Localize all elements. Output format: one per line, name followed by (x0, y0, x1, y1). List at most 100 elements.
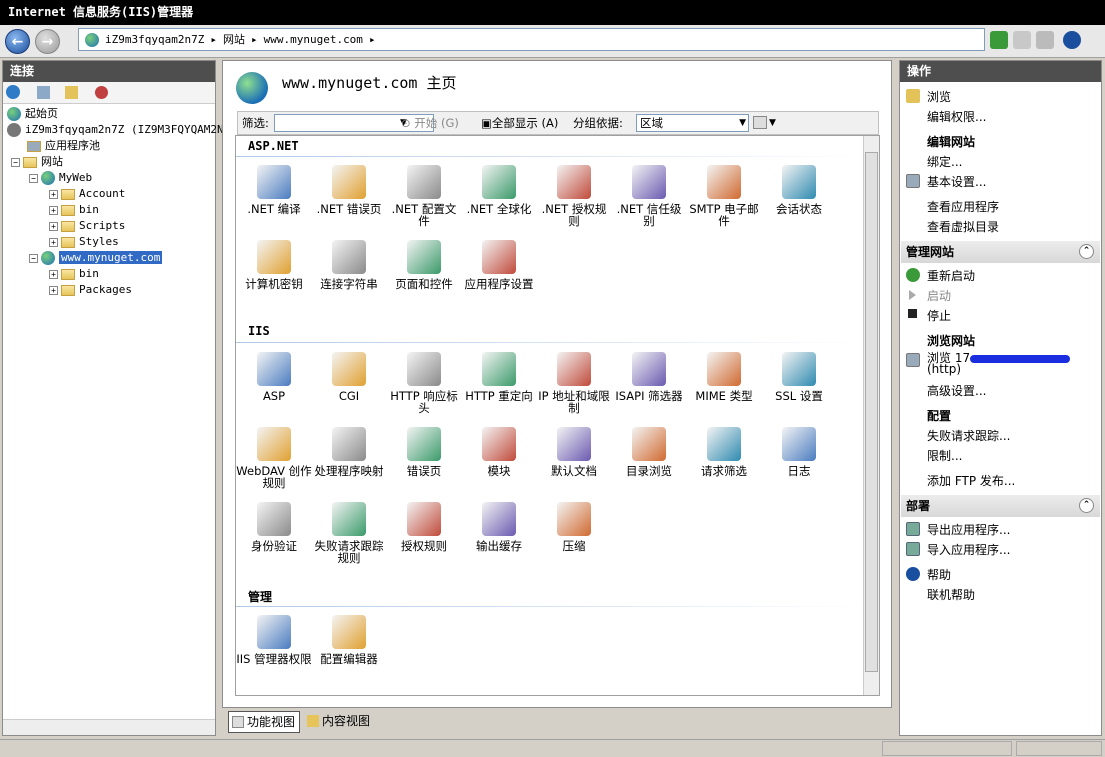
feature-item[interactable]: 授权规则 (386, 502, 462, 552)
feature-item[interactable]: IP 地址和域限制 (536, 352, 612, 414)
feature-item[interactable]: 应用程序设置 (461, 240, 537, 290)
tree-app-pools[interactable]: 应用程序池 (27, 138, 100, 154)
feature-icon (257, 615, 291, 649)
action-export-app[interactable]: 导出应用程序... (927, 521, 1010, 538)
feature-item[interactable]: 模块 (461, 427, 537, 477)
feature-item[interactable]: 日志 (761, 427, 837, 477)
action-import-app[interactable]: 导入应用程序... (927, 541, 1010, 558)
stop-icon[interactable] (1013, 31, 1031, 49)
disconnect-icon[interactable] (95, 86, 108, 99)
feature-item[interactable]: 请求筛选 (686, 427, 762, 477)
manage-site-section[interactable]: 管理网站 ⌃ (901, 241, 1100, 263)
feature-item[interactable]: .NET 授权规则 (536, 165, 612, 227)
feature-label: 错误页 (406, 464, 442, 478)
view-mode-arrow[interactable]: ▼ (769, 112, 776, 134)
tree-site-myweb[interactable]: − MyWeb (29, 170, 92, 186)
deploy-section[interactable]: 部署 ⌃ (901, 495, 1100, 517)
action-view-vdirs[interactable]: 查看虚拟目录 (927, 218, 999, 235)
vertical-scrollbar[interactable] (863, 136, 879, 695)
tree-site-mynuget[interactable]: − www.mynuget.com (29, 250, 163, 266)
feature-item[interactable]: 会话状态 (761, 165, 837, 215)
horizontal-scrollbar[interactable] (3, 719, 215, 735)
feature-item[interactable]: .NET 错误页 (311, 165, 387, 215)
tree-folder-account[interactable]: + Account (49, 186, 125, 202)
action-stop[interactable]: 停止 (927, 307, 951, 324)
collapse-icon[interactable]: ⌃ (1079, 498, 1094, 513)
config-heading: 配置 (927, 409, 952, 423)
feature-item[interactable]: HTTP 响应标头 (386, 352, 462, 414)
feature-item[interactable]: .NET 配置文件 (386, 165, 462, 227)
feature-item[interactable]: HTTP 重定向 (461, 352, 537, 402)
view-mode-icon[interactable] (753, 116, 767, 129)
feature-item[interactable]: ISAPI 筛选器 (611, 352, 687, 402)
action-edit-permissions[interactable]: 编辑权限... (927, 108, 986, 125)
collapse-icon[interactable]: ⌃ (1079, 244, 1094, 259)
groupby-select[interactable]: 区域 ▼ (636, 114, 749, 132)
feature-icon (707, 352, 741, 386)
action-help[interactable]: 帮助 (927, 566, 951, 583)
action-browse[interactable]: 浏览 (927, 88, 951, 105)
feature-item[interactable]: 页面和控件 (386, 240, 462, 290)
help-icon[interactable] (1063, 31, 1081, 49)
feature-item[interactable]: 连接字符串 (311, 240, 387, 290)
connect-icon[interactable] (6, 85, 20, 99)
feature-item[interactable]: 错误页 (386, 427, 462, 477)
feature-item[interactable]: 输出缓存 (461, 502, 537, 552)
content-view-tab[interactable]: 内容视图 (304, 711, 370, 733)
back-button[interactable]: ← (5, 29, 30, 54)
breadcrumb-sites[interactable]: 网站 (223, 33, 245, 46)
tree-folder-packages[interactable]: + Packages (49, 282, 132, 298)
tree-start-page[interactable]: 起始页 (7, 106, 58, 122)
feature-item[interactable]: 目录浏览 (611, 427, 687, 477)
tree-folder-bin2[interactable]: + bin (49, 266, 99, 282)
action-restart[interactable]: 重新启动 (927, 267, 975, 284)
features-view-tab[interactable]: 功能视图 (228, 711, 300, 733)
feature-item[interactable]: .NET 信任级别 (611, 165, 687, 227)
refresh-icon[interactable] (990, 31, 1008, 49)
up-folder-icon[interactable] (65, 86, 78, 99)
save-icon[interactable] (37, 86, 50, 99)
feature-item[interactable]: ASP (236, 352, 312, 402)
action-add-ftp[interactable]: 添加 FTP 发布... (927, 472, 1015, 489)
feature-label: 计算机密钥 (245, 277, 303, 291)
forward-button[interactable]: → (35, 29, 60, 54)
show-all-button[interactable]: ▣全部显示 (A) (481, 112, 558, 134)
feature-item[interactable]: SMTP 电子邮件 (686, 165, 762, 227)
breadcrumb-server[interactable]: iZ9m3fqyqam2n7Z (105, 33, 204, 46)
action-basic-settings[interactable]: 基本设置... (927, 173, 986, 190)
feature-item[interactable]: CGI (311, 352, 387, 402)
feature-item[interactable]: WebDAV 创作规则 (236, 427, 312, 489)
feature-item[interactable]: 失败请求跟踪规则 (311, 502, 387, 564)
feature-item[interactable]: 默认文档 (536, 427, 612, 477)
feature-item[interactable]: 配置编辑器 (311, 615, 387, 665)
action-failed-request-tracing[interactable]: 失败请求跟踪... (927, 427, 1010, 444)
feature-item[interactable]: .NET 编译 (236, 165, 312, 215)
feature-item[interactable]: 计算机密钥 (236, 240, 312, 290)
action-limits[interactable]: 限制... (927, 447, 962, 464)
tree-folder-styles[interactable]: + Styles (49, 234, 119, 250)
feature-item[interactable]: MIME 类型 (686, 352, 762, 402)
address-bar[interactable]: iZ9m3fqyqam2n7Z ▸ 网站 ▸ www.mynuget.com ▸ (78, 28, 985, 51)
features-view-icon (232, 716, 244, 728)
feature-item[interactable]: SSL 设置 (761, 352, 837, 402)
action-bindings[interactable]: 绑定... (927, 153, 962, 170)
connections-panel: 连接 起始页 iZ9m3fqyqam2n7Z (IZ9M3FQYQAM2N7Z … (2, 60, 237, 736)
tree-server[interactable]: iZ9m3fqyqam2n7Z (IZ9M3FQYQAM2N7Z (7, 122, 237, 138)
site-globe-icon (41, 251, 55, 265)
action-advanced-settings[interactable]: 高级设置... (927, 382, 986, 399)
action-online-help[interactable]: 联机帮助 (927, 586, 975, 603)
tree-folder-scripts[interactable]: + Scripts (49, 218, 125, 234)
breadcrumb-site[interactable]: www.mynuget.com (264, 33, 363, 46)
feature-item[interactable]: 处理程序映射 (311, 427, 387, 477)
home-icon[interactable] (1036, 31, 1054, 49)
filter-bar: 筛选: ▼ ⊙ 开始 (G) ▣全部显示 (A) 分组依据: 区域 ▼ ▼ (237, 111, 879, 135)
feature-item[interactable]: IIS 管理器权限 (236, 615, 312, 665)
action-view-apps[interactable]: 查看应用程序 (927, 198, 999, 215)
feature-item[interactable]: 压缩 (536, 502, 612, 552)
tree-folder-bin[interactable]: + bin (49, 202, 99, 218)
tree-sites[interactable]: − 网站 (11, 154, 63, 170)
go-button[interactable]: ⊙ 开始 (G) (401, 112, 459, 134)
feature-item[interactable]: .NET 全球化 (461, 165, 537, 215)
feature-item[interactable]: 身份验证 (236, 502, 312, 552)
action-start[interactable]: 启动 (927, 287, 951, 304)
